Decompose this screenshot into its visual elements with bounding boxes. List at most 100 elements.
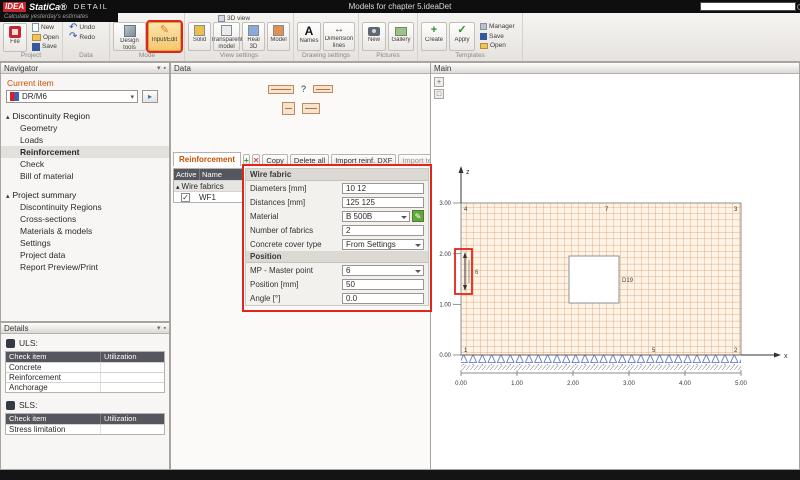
navigator-pin-icon[interactable]: ▪ (164, 65, 166, 72)
tab-reinforcement[interactable]: Reinforcement (173, 152, 241, 166)
section1-label: Discontinuity Region (13, 111, 90, 121)
pan-control-icon[interactable]: □ (434, 89, 444, 99)
active-checkbox[interactable]: ✓ (181, 193, 190, 202)
model-canvas[interactable]: D19 z x 3.00 2.00 1.0 (431, 74, 799, 470)
new-button[interactable]: New (29, 23, 59, 33)
grid-group-wire-fabrics[interactable]: ▴Wire fabrics (174, 180, 243, 191)
delete-reinforcement-button[interactable]: ✕ (252, 154, 261, 166)
delete-all-button[interactable]: Delete all (290, 154, 329, 166)
nav-item-geometry[interactable]: Geometry (1, 122, 169, 134)
material-select[interactable]: B 500B (342, 211, 410, 222)
master-point-select[interactable]: 6 (342, 265, 424, 276)
names-button[interactable]: A Names (297, 22, 321, 51)
add-reinforcement-button[interactable]: + (243, 154, 250, 166)
details-pin-icon[interactable]: ▪ (164, 325, 166, 332)
opening[interactable] (569, 256, 619, 303)
search-input[interactable] (701, 3, 796, 10)
nav-item-reinforcement[interactable]: Reinforcement (1, 146, 169, 158)
current-item-select[interactable]: DR/M6 ▾ (6, 90, 138, 103)
navigate-button[interactable]: ▸ (142, 90, 158, 103)
diameters-input[interactable]: 10 12 (342, 183, 424, 194)
transparent-model-button[interactable]: Transparent model (213, 22, 240, 51)
app-logo: IDEA StatiCa® DETAIL (0, 2, 108, 12)
table-row[interactable]: Reinforcement (6, 372, 164, 382)
dimension-lines-button[interactable]: ↔ Dimension lines (323, 22, 355, 51)
nav-item-project-data[interactable]: Project data (1, 249, 169, 261)
group-label: Wire fabrics (182, 182, 224, 191)
edit-material-button[interactable]: ✎ (412, 210, 424, 222)
fabric-preview-icon[interactable] (302, 103, 320, 114)
table-row[interactable]: Anchorage (6, 382, 164, 392)
x-tick-label: 1.00 (511, 381, 523, 387)
table-row[interactable]: Stress limitation (6, 424, 164, 434)
nav-item-discontinuity-regions[interactable]: Discontinuity Regions (1, 201, 169, 213)
picture-new-button[interactable]: New (362, 22, 386, 51)
solid-button[interactable]: Solid (188, 22, 211, 51)
nav-item-report-preview-print[interactable]: Report Preview/Print (1, 261, 169, 273)
details-title: Details (4, 324, 28, 333)
y-tick-label: 1.00 (439, 303, 451, 309)
fabric-preview-icon[interactable] (313, 85, 333, 93)
save-icon (32, 43, 40, 51)
model-label: Model (270, 37, 286, 50)
sls-table: Check item Utilization Stress limitation (5, 413, 165, 435)
material-label: Material (250, 212, 342, 221)
zoom-control-icon[interactable]: + (434, 77, 444, 87)
template-create-button[interactable]: + Create (421, 22, 447, 51)
row-reinforcement: Reinforcement (6, 373, 101, 382)
app-window: IDEA StatiCa® DETAIL Models for chapter … (0, 0, 800, 480)
input-edit-label: Input/Edit (152, 37, 177, 50)
region-icon (10, 92, 19, 101)
import-reinf-dxf-button[interactable]: Import reinf. DXF (331, 154, 396, 166)
view-3d-toggle[interactable]: 3D view (218, 14, 250, 22)
navigator-dropdown-icon[interactable]: ▾ (157, 64, 161, 72)
number-of-fabrics-input[interactable]: 2 (342, 225, 424, 236)
nav-item-bill-of-material[interactable]: Bill of material (1, 170, 169, 182)
grid-row-wf1[interactable]: ✓ WF1 (174, 191, 243, 202)
titlebar: IDEA StatiCa® DETAIL Models for chapter … (0, 0, 800, 13)
x-tick-label: 0.00 (455, 381, 467, 387)
input-edit-button[interactable]: ✎ Input/Edit (148, 22, 181, 51)
nav-item-materials-models[interactable]: Materials & models (1, 225, 169, 237)
names-icon: A (305, 25, 314, 37)
property-row: Diameters [mm] 10 12 (246, 181, 428, 195)
y-tick-label: 0.00 (439, 353, 451, 359)
nav-item-cross-sections[interactable]: Cross-sections (1, 213, 169, 225)
utilization-cell (101, 425, 164, 434)
redo-icon: ↷ (69, 32, 77, 42)
nav-item-check[interactable]: Check (1, 158, 169, 170)
position-input[interactable]: 50 (342, 279, 424, 290)
template-manager-button[interactable]: Manager (477, 22, 519, 32)
main-title: Main (434, 64, 451, 73)
template-apply-button[interactable]: ✓ Apply (449, 22, 475, 51)
nav-item-settings[interactable]: Settings (1, 237, 169, 249)
nav-item-loads[interactable]: Loads (1, 134, 169, 146)
fabric-preview-icon[interactable] (282, 102, 295, 115)
col-utilization: Utilization (101, 352, 164, 362)
details-dropdown-icon[interactable]: ▾ (157, 324, 161, 332)
fabric-preview-icon[interactable] (268, 85, 294, 94)
distances-input[interactable]: 125 125 (342, 197, 424, 208)
angle-input[interactable]: 0.0 (342, 293, 424, 304)
real-3d-button[interactable]: Real 3D (242, 22, 265, 51)
names-label: Names (299, 38, 318, 50)
design-tools-button[interactable]: Design tools (113, 22, 146, 51)
template-save-label: Save (489, 33, 504, 40)
cover-type-select[interactable]: From Settings (342, 239, 424, 250)
gallery-button[interactable]: Gallery (388, 22, 414, 51)
redo-button[interactable]: ↷Redo (66, 33, 106, 43)
template-save-button[interactable]: Save (477, 32, 519, 42)
open-button[interactable]: Open (29, 33, 59, 43)
number-of-fabrics-label: Number of fabrics (250, 226, 342, 235)
row-anchorage: Anchorage (6, 383, 101, 392)
tree-section-discontinuity-region[interactable]: ▴Discontinuity Region (1, 110, 169, 122)
table-row[interactable]: Concrete (6, 362, 164, 372)
file-button[interactable]: File (3, 23, 27, 52)
template-open-button[interactable]: Open (477, 41, 519, 51)
model-button[interactable]: Model (267, 22, 290, 51)
open-label: Open (43, 34, 59, 41)
tree-section-project-summary[interactable]: ▴Project summary (1, 189, 169, 201)
main-canvas-area: + □ (431, 74, 799, 469)
copy-button[interactable]: Copy (262, 154, 288, 166)
ribbon-group-pictures: New Gallery Pictures (359, 13, 418, 61)
